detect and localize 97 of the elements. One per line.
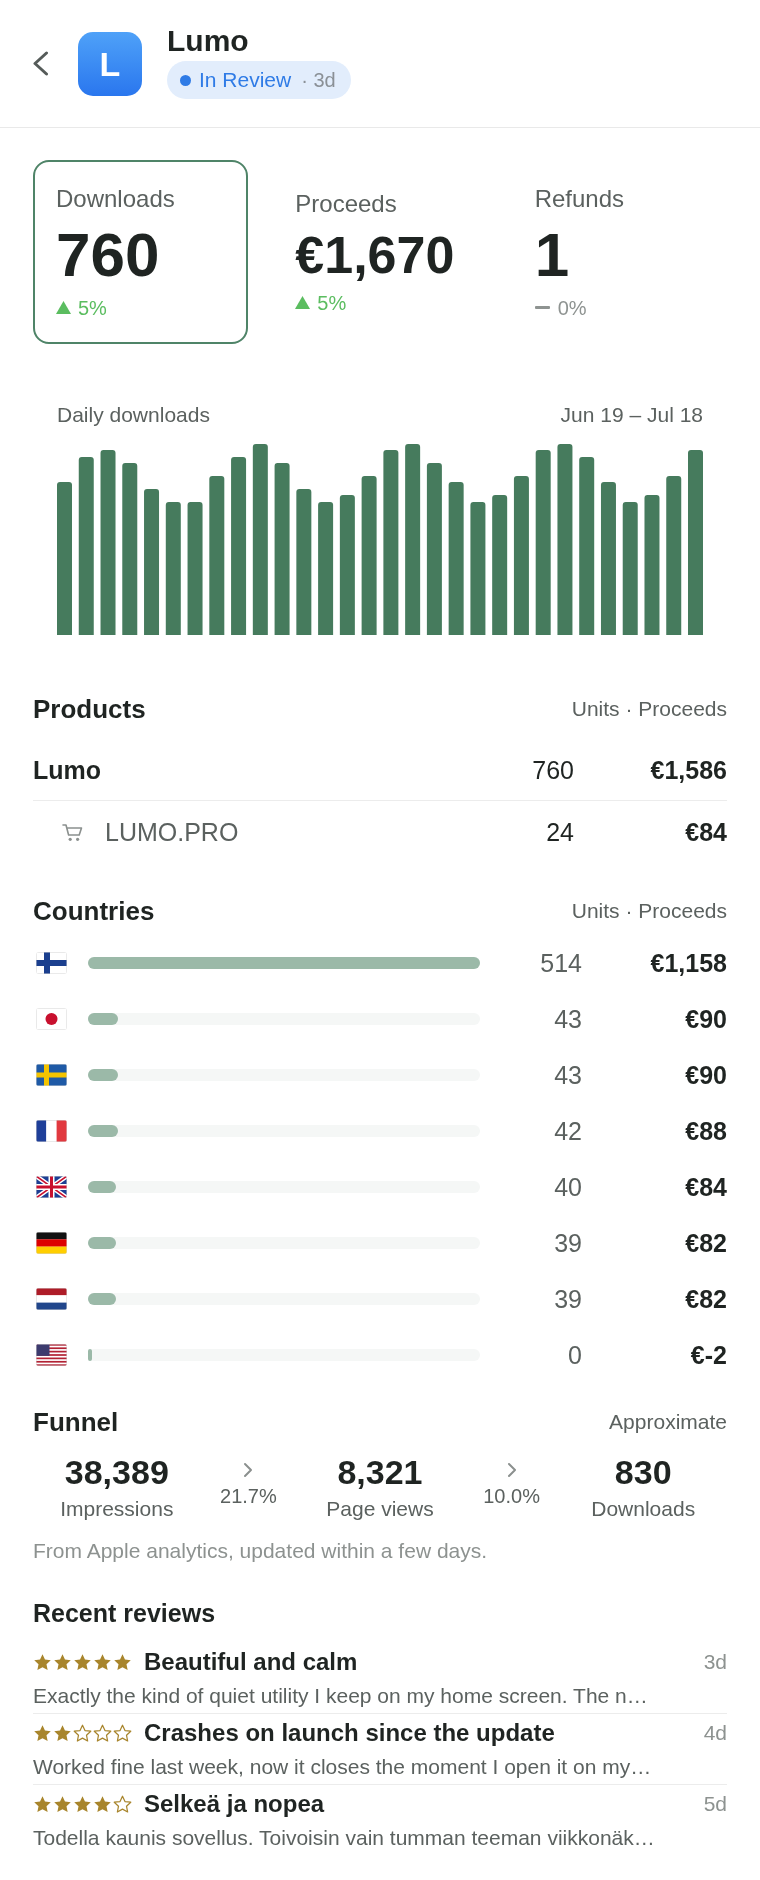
funnel-value: 8,321 [337, 1453, 423, 1491]
section-title: Countries [33, 895, 155, 927]
product-proceeds: €84 [684, 817, 727, 847]
star-icon [73, 1794, 92, 1814]
metric-label: Proceeds [295, 189, 397, 218]
star-outline-icon [73, 1723, 92, 1743]
country-proceeds: €-2 [689, 1340, 727, 1370]
section-title: Funnel [33, 1406, 119, 1438]
funnel-footnote: From Apple analytics, updated within a few days. [33, 1538, 489, 1564]
section-title: Products [33, 693, 146, 725]
star-icon [73, 1652, 92, 1672]
app-title: Lumo [167, 24, 249, 58]
france-flag-icon [36, 1120, 67, 1142]
conversion-rate: 10.0% [483, 1484, 540, 1508]
chevron-right-icon [506, 1462, 517, 1478]
country-units: 0 [567, 1340, 582, 1370]
review-title: Selkeä ja nopea [144, 1789, 325, 1819]
product-proceeds: €1,586 [649, 754, 727, 785]
triangle-up-icon [56, 301, 71, 314]
country-proceeds: €82 [684, 1228, 727, 1258]
country-units: 43 [553, 1004, 582, 1034]
funnel-value: 38,389 [64, 1453, 169, 1491]
column-headers: Units · Proceeds [571, 898, 727, 924]
review-age: 4d [703, 1720, 727, 1746]
section-title: Recent reviews [33, 1598, 217, 1629]
funnel-label: Impressions [60, 1496, 174, 1522]
metric-tab[interactable]: Refunds 1 0% [511, 160, 727, 344]
germany-flag-icon [36, 1232, 67, 1254]
metric-change: 5% [78, 295, 107, 320]
review-text: Todella kaunis sovellus. Toivoisin vain tumman teeman viikkonäk… [33, 1825, 656, 1851]
conversion-rate: 21.7% [220, 1484, 277, 1508]
chevron-left-icon [32, 51, 49, 76]
metric-label: Refunds [534, 184, 625, 213]
product-name: Lumo [33, 754, 102, 785]
column-headers: Units · Proceeds [571, 696, 727, 722]
country-units: 514 [539, 948, 582, 978]
approximate-note: Approximate [609, 1409, 727, 1435]
star-outline-icon [93, 1723, 112, 1743]
funnel-label: Downloads [591, 1496, 696, 1522]
star-icon [33, 1794, 52, 1814]
metric-value: 760 [56, 223, 160, 286]
product-units: 760 [532, 754, 574, 785]
netherlands-flag-icon [36, 1288, 67, 1310]
metric-tab[interactable]: Downloads 760 5% [33, 160, 249, 344]
country-units: 40 [553, 1172, 582, 1202]
star-icon [53, 1723, 72, 1743]
review-age: 3d [703, 1649, 727, 1675]
star-icon [33, 1723, 52, 1743]
star-icon [93, 1652, 112, 1672]
country-proceeds: €90 [684, 1060, 727, 1090]
dash-icon [534, 306, 550, 309]
metric-value: 1 [534, 223, 570, 286]
product-name: LUMO.PRO [105, 817, 239, 847]
chevron-right-icon [243, 1462, 254, 1478]
metric-change: 0% [557, 295, 587, 320]
review-text: Worked fine last week, now it closes the moment I open it on my… [33, 1754, 653, 1780]
metric-value: €1,670 [295, 228, 455, 281]
country-proceeds: €88 [684, 1116, 727, 1146]
star-outline-icon [113, 1794, 132, 1814]
star-icon [53, 1652, 72, 1672]
cart-icon [62, 822, 84, 842]
product-units: 24 [546, 817, 574, 847]
country-proceeds: €1,158 [649, 948, 727, 978]
star-icon [53, 1794, 72, 1814]
review-age: 5d [703, 1791, 727, 1817]
chart-date-range: Jun 19 – Jul 18 [560, 402, 703, 428]
funnel-label: Page views [326, 1496, 434, 1522]
review-title: Beautiful and calm [144, 1647, 358, 1677]
sweden-flag-icon [36, 1064, 67, 1086]
back-button[interactable] [32, 51, 49, 76]
country-units: 39 [553, 1228, 582, 1258]
metric-tab[interactable]: Proceeds €1,670 5% [272, 160, 488, 344]
metric-label: Downloads [56, 184, 175, 213]
country-units: 39 [553, 1284, 582, 1314]
finland-flag-icon [36, 952, 67, 974]
star-icon [33, 1652, 52, 1672]
country-proceeds: €84 [684, 1172, 727, 1202]
country-units: 43 [553, 1060, 582, 1090]
chart-title: Daily downloads [57, 402, 210, 428]
star-icon [113, 1652, 132, 1672]
metric-change: 5% [317, 290, 347, 315]
star-outline-icon [113, 1723, 132, 1743]
review-text: Exactly the kind of quiet utility I keep on my home screen. The n… [33, 1683, 649, 1709]
app-logo: L [78, 31, 142, 96]
status-dot-icon [180, 74, 191, 86]
usa-flag-icon [36, 1344, 67, 1366]
star-icon [93, 1794, 112, 1814]
uk-flag-icon [36, 1176, 67, 1198]
status-label: In Review [199, 67, 292, 93]
country-proceeds: €90 [684, 1004, 727, 1034]
review-title: Crashes on launch since the update [144, 1718, 555, 1748]
country-units: 42 [553, 1116, 582, 1146]
status-age: · 3d [301, 68, 336, 93]
country-proceeds: €82 [684, 1284, 727, 1314]
funnel-value: 830 [614, 1453, 672, 1491]
japan-flag-icon [36, 1008, 67, 1030]
triangle-up-icon [295, 296, 311, 309]
